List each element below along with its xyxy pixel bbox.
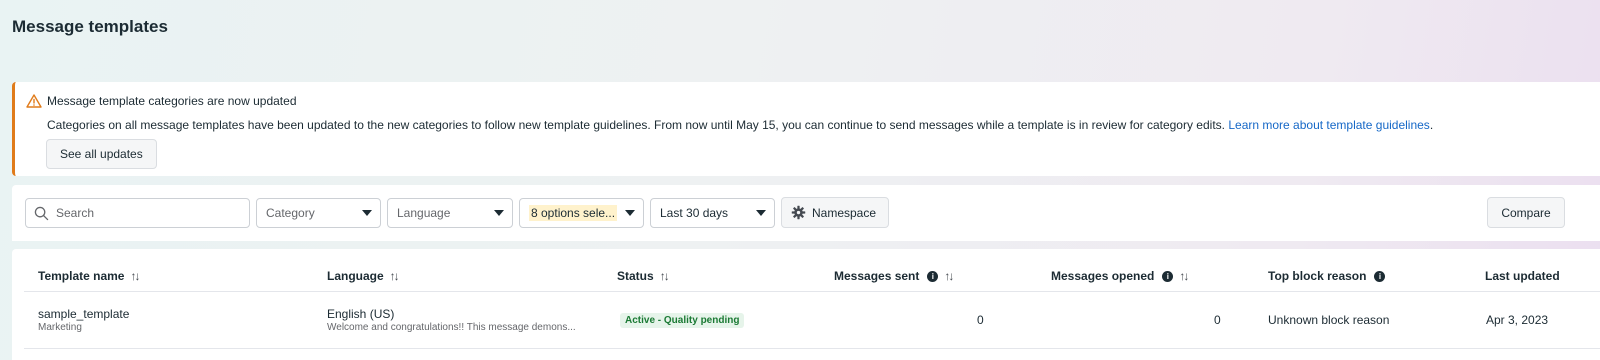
see-all-updates-button[interactable]: See all updates [46, 139, 157, 169]
sort-icon[interactable]: ↑↓ [1179, 269, 1189, 283]
template-preview: Welcome and congratulations!! This messa… [327, 322, 576, 333]
column-header-language[interactable]: Language ↑↓ [327, 269, 400, 283]
warning-icon [26, 93, 42, 109]
messages-opened-value: 0 [1214, 313, 1221, 327]
column-header-last-updated: Last updated [1485, 269, 1560, 283]
column-label: Language [327, 269, 384, 283]
caret-down-icon [494, 210, 504, 216]
status-dropdown-label: 8 options sele... [529, 205, 618, 221]
template-language: English (US) [327, 307, 395, 321]
column-header-top-block-reason: Top block reason i [1268, 269, 1386, 283]
templates-table: Template name ↑↓ Language ↑↓ Status ↑↓ M… [12, 249, 1600, 360]
header-divider [24, 291, 1600, 292]
namespace-label: Namespace [812, 205, 877, 220]
alert-title: Message template categories are now upda… [47, 94, 297, 108]
template-category: Marketing [38, 322, 82, 333]
info-icon[interactable]: i [1162, 270, 1174, 282]
compare-button[interactable]: Compare [1487, 197, 1565, 228]
filter-bar: Category Language 8 options sele... Last… [12, 185, 1600, 241]
namespace-button[interactable]: Namespace [781, 197, 889, 228]
alert-body: Categories on all message templates have… [47, 118, 1433, 132]
info-icon[interactable]: i [927, 270, 939, 282]
category-dropdown[interactable]: Category [256, 198, 381, 228]
caret-down-icon [362, 210, 372, 216]
column-label: Status [617, 269, 654, 283]
column-header-template-name[interactable]: Template name ↑↓ [38, 269, 140, 283]
column-header-messages-sent[interactable]: Messages sent i ↑↓ [834, 269, 954, 283]
template-name[interactable]: sample_template [38, 307, 129, 321]
column-label: Top block reason [1268, 269, 1367, 283]
search-icon [34, 206, 49, 220]
caret-down-icon [625, 210, 635, 216]
language-dropdown-label: Language [397, 206, 451, 220]
caret-down-icon [756, 210, 766, 216]
column-label: Messages opened [1051, 269, 1155, 283]
status-badge: Active - Quality pending [620, 313, 745, 328]
block-reason-value: Unknown block reason [1268, 313, 1390, 327]
alert-body-end: . [1429, 118, 1434, 132]
search-box[interactable] [25, 198, 250, 228]
sort-icon[interactable]: ↑↓ [130, 269, 140, 283]
last-updated-value: Apr 3, 2023 [1486, 313, 1549, 327]
column-label: Template name [38, 269, 125, 283]
search-input[interactable] [56, 206, 236, 220]
status-dropdown[interactable]: 8 options sele... [519, 198, 644, 228]
gear-icon [791, 205, 806, 220]
category-update-alert: Message template categories are now upda… [12, 82, 1600, 176]
sort-icon[interactable]: ↑↓ [944, 269, 954, 283]
column-header-status[interactable]: Status ↑↓ [617, 269, 670, 283]
row-divider [24, 348, 1600, 349]
info-icon[interactable]: i [1374, 270, 1386, 282]
sort-icon[interactable]: ↑↓ [660, 269, 670, 283]
messages-sent-value: 0 [977, 313, 984, 327]
column-label: Messages sent [834, 269, 920, 283]
date-range-dropdown[interactable]: Last 30 days [650, 198, 775, 228]
page-title: Message templates [12, 17, 168, 36]
column-label: Last updated [1485, 269, 1560, 283]
date-range-label: Last 30 days [660, 206, 729, 220]
language-dropdown[interactable]: Language [387, 198, 513, 228]
template-guidelines-link[interactable]: Learn more about template guidelines [1228, 118, 1429, 132]
category-dropdown-label: Category [266, 206, 315, 220]
column-header-messages-opened[interactable]: Messages opened i ↑↓ [1051, 269, 1189, 283]
alert-body-text: Categories on all message templates have… [47, 118, 1225, 132]
sort-icon[interactable]: ↑↓ [390, 269, 400, 283]
